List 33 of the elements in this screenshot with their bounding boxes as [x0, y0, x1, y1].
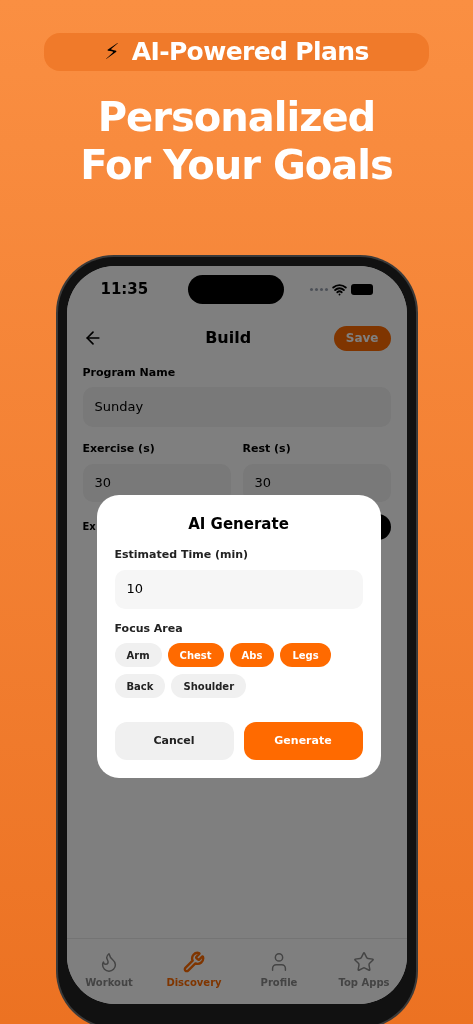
- status-time: 11:35: [100, 279, 149, 301]
- focus-chip[interactable]: Legs: [280, 643, 331, 667]
- focus-chip[interactable]: Shoulder: [171, 674, 247, 698]
- field-label: Estimated Time (min): [114, 547, 250, 563]
- headline: Personalized: [97, 92, 376, 141]
- signal-icon: [309, 288, 328, 291]
- field-label: Exercise (s): [82, 441, 156, 457]
- badge-text: AI-Powered Plans: [131, 36, 369, 68]
- page-title: Build: [205, 327, 252, 349]
- generate-button[interactable]: Generate: [243, 722, 363, 760]
- focus-chip[interactable]: Abs: [229, 643, 275, 667]
- field-label: Ex: [82, 520, 96, 534]
- cancel-button[interactable]: Cancel: [114, 722, 234, 760]
- tab-item[interactable]: Top Apps: [321, 950, 407, 1004]
- tab-item[interactable]: Profile: [236, 950, 322, 1004]
- wifi-icon: [331, 282, 347, 297]
- lightning-icon: ⚡: [104, 40, 120, 63]
- wrench-icon: [183, 950, 205, 973]
- field-label: Rest (s): [242, 441, 292, 457]
- field-label: Focus Area: [114, 620, 184, 637]
- tab-item[interactable]: Discovery: [151, 950, 237, 1004]
- headline: For Your Goals: [80, 140, 393, 189]
- star-icon: [353, 950, 375, 973]
- input-field[interactable]: Sunday: [82, 387, 391, 427]
- focus-chip[interactable]: Chest: [167, 643, 224, 667]
- focus-chip[interactable]: Arm: [114, 643, 162, 667]
- tab-item[interactable]: Workout: [66, 950, 152, 1004]
- battery-icon: [350, 284, 373, 295]
- field-label: Program Name: [82, 364, 177, 381]
- save-button[interactable]: Save: [333, 325, 391, 351]
- focus-chip[interactable]: Back: [114, 674, 166, 698]
- input-field[interactable]: 10: [114, 569, 363, 609]
- dialog-title: AI Generate: [188, 513, 289, 535]
